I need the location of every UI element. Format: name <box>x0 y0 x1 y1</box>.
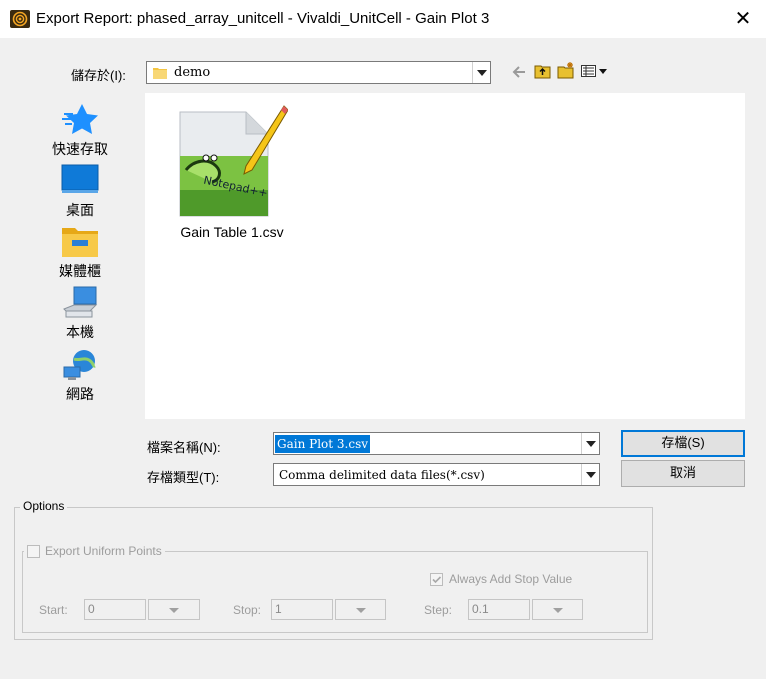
chevron-down-icon[interactable] <box>581 464 599 485</box>
place-label: 本機 <box>66 324 94 340</box>
step-input[interactable]: 0.1 <box>468 599 530 620</box>
filename-label: 檔案名稱(N): <box>147 440 221 455</box>
title-bar: Export Report: phased_array_unitcell - V… <box>0 0 766 38</box>
filetype-select[interactable]: Comma delimited data files(*.csv) <box>273 463 600 486</box>
up-folder-icon[interactable] <box>534 63 551 79</box>
close-icon[interactable]: ✕ <box>728 6 758 32</box>
place-label: 快速存取 <box>52 141 108 157</box>
folder-icon <box>153 66 167 79</box>
place-network[interactable]: 網路 <box>40 347 120 404</box>
always-add-stop-checkbox[interactable] <box>430 572 443 586</box>
uniform-points-group <box>22 551 648 633</box>
filetype-value: Comma delimited data files(*.csv) <box>279 468 485 482</box>
place-quick-access[interactable]: 快速存取 <box>40 102 120 159</box>
filename-value[interactable]: Gain Plot 3.csv <box>275 435 371 453</box>
place-label: 媒體櫃 <box>59 263 101 279</box>
save-button[interactable]: 存檔(S) <box>621 430 745 457</box>
notepad-plus-plus-icon: Notepad++ <box>176 100 289 218</box>
chevron-down-icon[interactable] <box>472 62 490 83</box>
computer-icon <box>60 285 100 321</box>
start-label: Start: <box>39 603 68 617</box>
start-units-select[interactable] <box>148 599 200 620</box>
cancel-button[interactable]: 取消 <box>621 460 745 487</box>
star-icon <box>60 102 100 138</box>
place-library[interactable]: 媒體櫃 <box>40 224 120 281</box>
uniform-points-header: Export Uniform Points <box>24 544 165 558</box>
place-desktop[interactable]: 桌面 <box>40 163 120 220</box>
filetype-label: 存檔類型(T): <box>147 470 220 485</box>
chevron-down-icon[interactable] <box>581 433 599 454</box>
always-add-stop-label: Always Add Stop Value <box>449 572 573 586</box>
stop-label: Stop: <box>233 603 262 617</box>
start-input[interactable]: 0 <box>84 599 146 620</box>
stop-units-select[interactable] <box>335 599 386 620</box>
place-this-pc[interactable]: 本機 <box>40 285 120 342</box>
file-item[interactable]: Notepad++ Gain Table 1.csv <box>172 100 292 245</box>
library-folder-icon <box>60 224 100 260</box>
view-menu-icon[interactable] <box>581 64 609 78</box>
network-icon <box>60 347 100 383</box>
back-arrow-icon[interactable] <box>512 65 526 79</box>
app-icon <box>10 10 30 28</box>
step-units-select[interactable] <box>532 599 583 620</box>
file-name: Gain Table 1.csv <box>180 224 284 240</box>
stop-input[interactable]: 1 <box>271 599 333 620</box>
filename-input[interactable]: Gain Plot 3.csv <box>273 432 600 455</box>
save-in-label: 儲存於(I): <box>71 68 126 83</box>
always-add-stop-row: Always Add Stop Value <box>430 572 572 586</box>
save-in-combo[interactable]: demo <box>146 61 491 84</box>
step-label: Step: <box>424 603 453 617</box>
window-title: Export Report: phased_array_unitcell - V… <box>36 10 490 27</box>
uniform-points-checkbox[interactable] <box>27 544 40 558</box>
uniform-points-label: Export Uniform Points <box>45 544 162 558</box>
desktop-icon <box>60 163 100 199</box>
save-in-value: demo <box>174 65 211 80</box>
options-title: Options <box>20 499 68 513</box>
new-folder-icon[interactable] <box>557 62 575 79</box>
place-label: 網路 <box>66 386 94 402</box>
place-label: 桌面 <box>66 202 94 218</box>
